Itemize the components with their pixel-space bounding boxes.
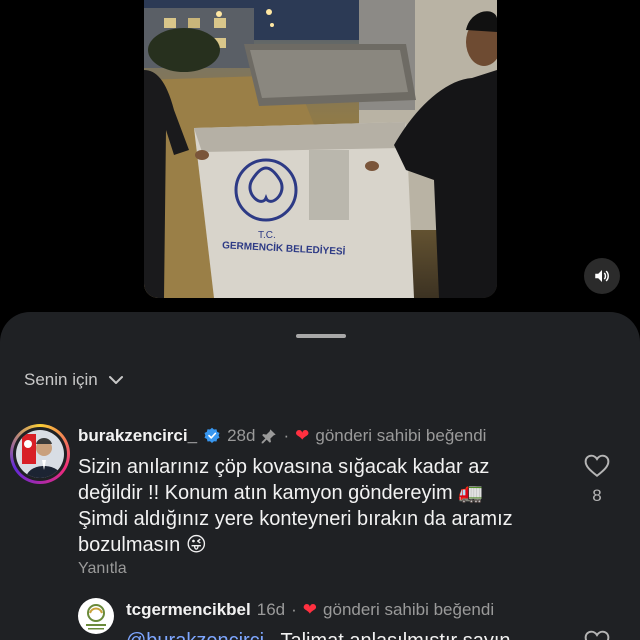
like-count: 8: [592, 486, 602, 505]
comment-text-line: Sizin anılarınız çöp kovasına sığacak ka…: [78, 456, 490, 478]
comment-text-line: değildir !! Konum atın kamyon göndereyim…: [78, 482, 484, 504]
avatar[interactable]: [10, 424, 70, 484]
mute-button[interactable]: [584, 258, 620, 294]
filter-label: Senin için: [24, 370, 98, 389]
verified-badge-icon: [204, 427, 220, 444]
comment-text: @burakzencirci_ Talimat anlaşılmıştır sa…: [126, 628, 586, 640]
comment-age: 28d: [227, 426, 256, 445]
sheet-drag-handle[interactable]: [296, 334, 346, 338]
comment-text: Sizin anılarınız çöp kovasına sığacak ka…: [78, 454, 578, 558]
avatar[interactable]: [78, 598, 114, 634]
separator: ·: [283, 426, 290, 445]
speaker-icon: [595, 270, 609, 282]
comment-text-line: bozulmasın 😜: [78, 534, 207, 556]
separator: ·: [291, 600, 297, 619]
comment-text-rest: Talimat anlaşılmıştır sayın: [280, 630, 510, 640]
chevron-down-icon: [108, 376, 123, 384]
video-scene: T.C. GERMENCİK BELEDİYESİ: [144, 0, 497, 298]
video-player[interactable]: T.C. GERMENCİK BELEDİYESİ: [0, 0, 640, 315]
reply-button[interactable]: Yanıtla: [78, 560, 127, 578]
heart-filled-icon: ❤: [295, 426, 310, 445]
comments-filter-dropdown[interactable]: Senin için: [24, 370, 124, 390]
liked-by-author-label: gönderi sahibi beğendi: [323, 600, 495, 619]
comment-username[interactable]: burakzencirci_: [78, 426, 197, 446]
liked-by-author-label: gönderi sahibi beğendi: [315, 426, 487, 445]
mention-link[interactable]: @burakzencirci_: [126, 630, 275, 640]
video-frame[interactable]: T.C. GERMENCİK BELEDİYESİ: [144, 0, 497, 298]
heart-outline-icon[interactable]: [584, 630, 610, 640]
comment-like[interactable]: 8: [584, 454, 610, 506]
bin-text-top: T.C.: [258, 230, 276, 241]
comment-age: 16d: [256, 600, 286, 619]
heart-outline-icon[interactable]: [584, 454, 610, 478]
comment-text-line: Şimdi aldığınız yere konteyneri bırakın …: [78, 508, 513, 530]
comments-sheet: Senin için burakzencirci_ 28d · ❤ gönder…: [0, 312, 640, 640]
comment-like[interactable]: [584, 630, 610, 640]
pin-icon: [262, 429, 277, 444]
comment-username[interactable]: tcgermencikbel: [126, 600, 251, 620]
heart-filled-icon: ❤: [302, 600, 318, 619]
